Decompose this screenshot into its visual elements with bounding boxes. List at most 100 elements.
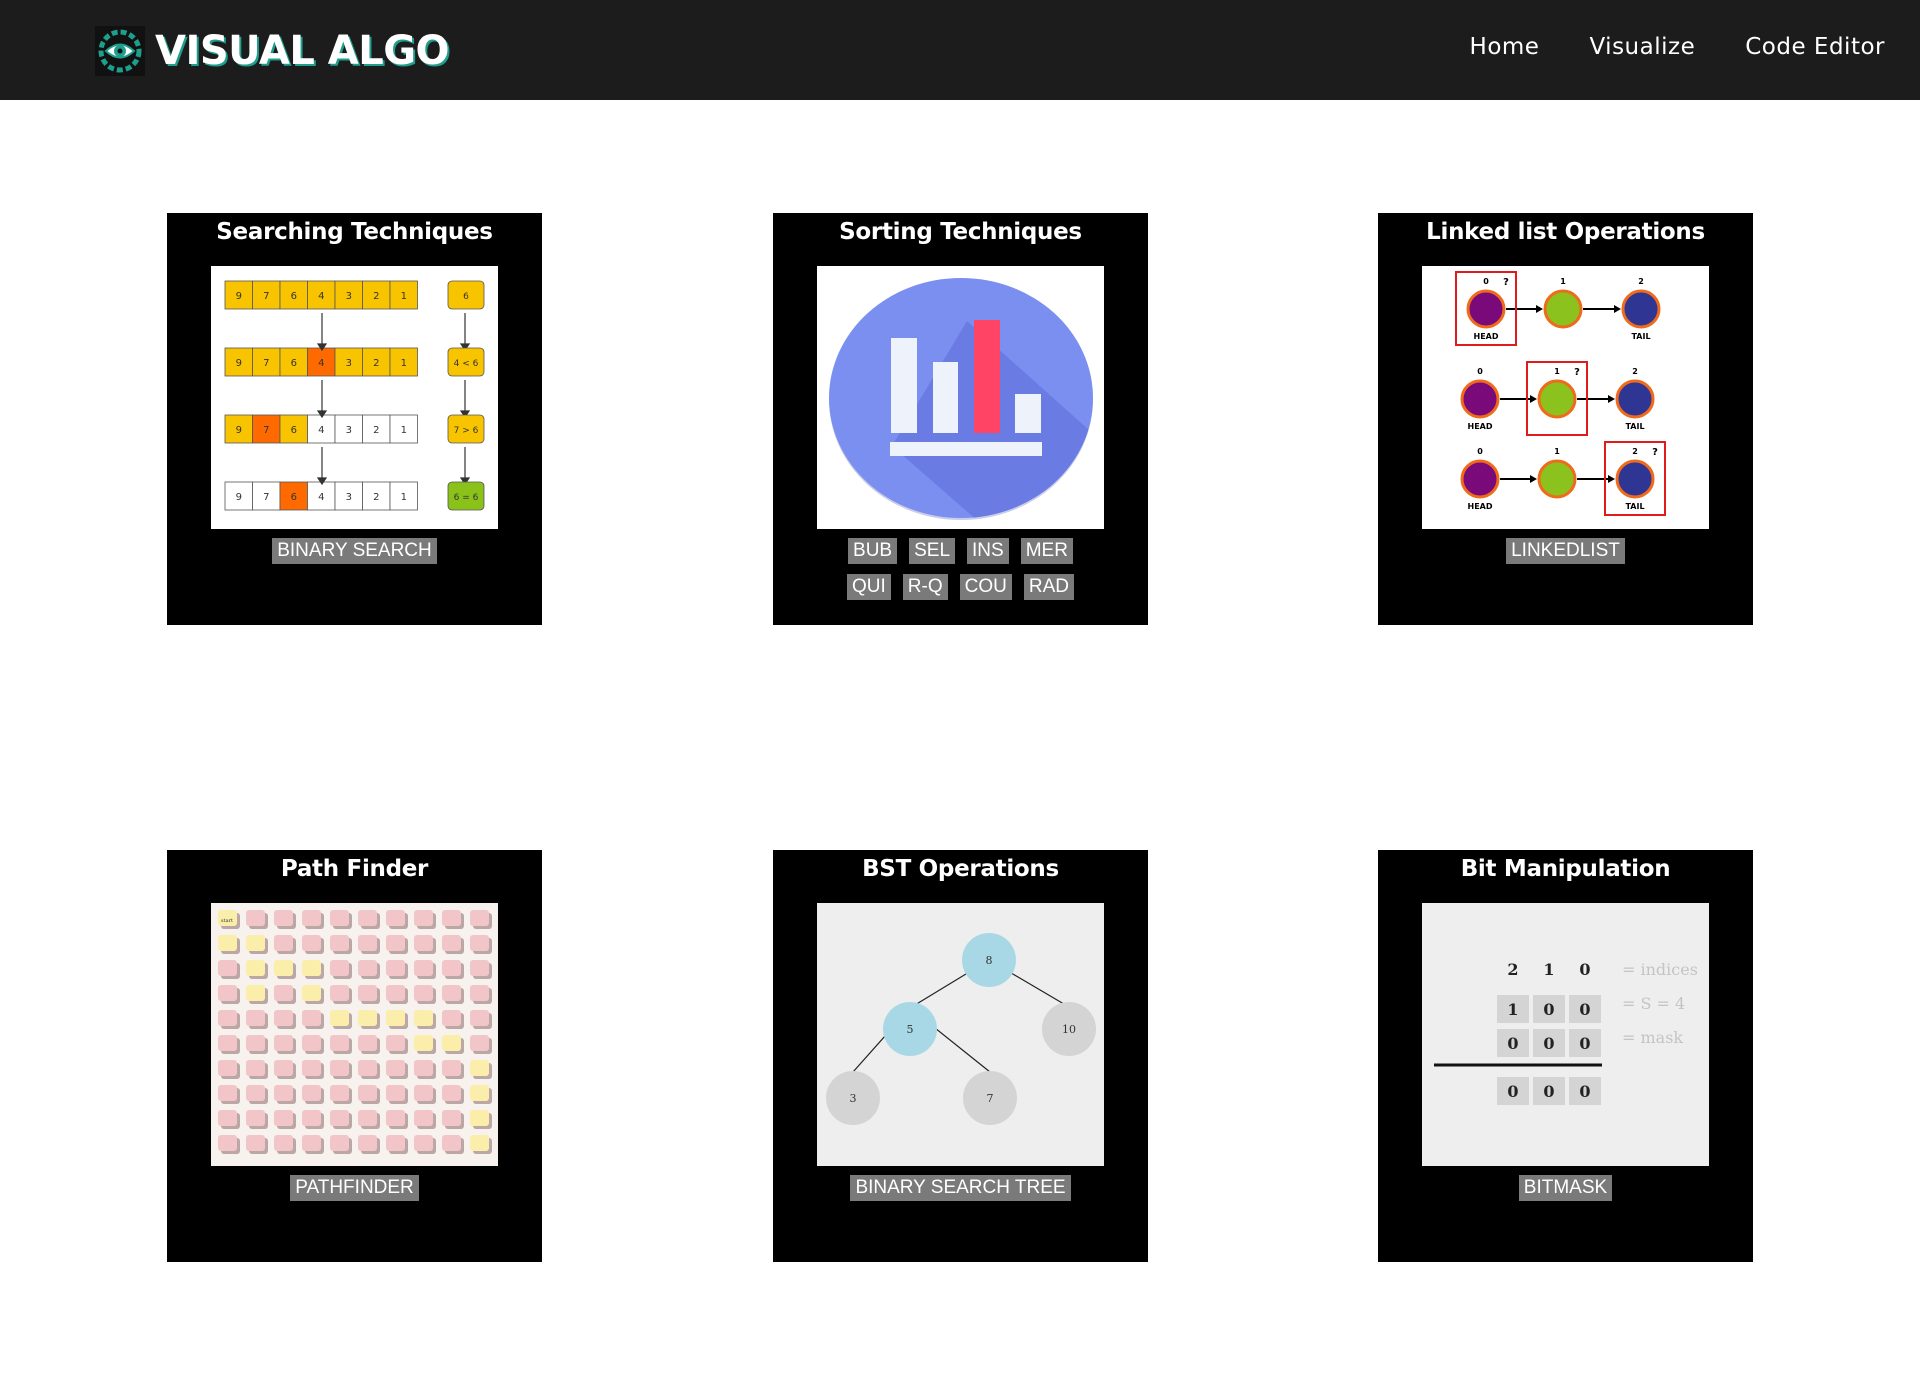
bit-row-label: = indices	[1622, 960, 1698, 979]
tail-label: TAIL	[1625, 422, 1644, 431]
bit-value: 0	[1579, 1034, 1590, 1053]
grid-cell	[470, 1010, 489, 1026]
grid-cell	[414, 1035, 433, 1051]
grid-cell	[358, 1135, 377, 1151]
grid-cell	[358, 960, 377, 976]
grid-cell	[330, 1010, 349, 1026]
bst-button[interactable]: BINARY SEARCH TREE	[850, 1175, 1071, 1201]
grid-cell	[274, 935, 293, 951]
grid-cell	[414, 1135, 433, 1151]
bit-value: 0	[1543, 1034, 1554, 1053]
grid-cell	[414, 1085, 433, 1101]
bst-thumbnail[interactable]: 8 5 10 3 7	[817, 903, 1104, 1166]
array-value: 9	[236, 425, 242, 436]
searching-thumbnail[interactable]: 9 7 6 4 3 2 1 9 7 6 4 3 2 1 9 7 6 4 3 2 1 9 7 6 4 3 2 1 6 4 < 6 7 > 6…	[211, 266, 498, 529]
sorting-thumbnail[interactable]	[817, 266, 1104, 529]
grid-cell	[302, 935, 321, 951]
bit-thumbnail[interactable]: 2 1 0 1 0 0 0 0 0 0 0 0 = indices = S = 4 = mask	[1422, 903, 1709, 1166]
bst-node-label: 10	[1062, 1023, 1076, 1036]
merge-sort-button[interactable]: MER	[1020, 538, 1073, 564]
grid-cell	[330, 1060, 349, 1076]
grid-cell	[386, 1060, 405, 1076]
path-grid-diagram: start	[211, 903, 498, 1166]
grid-cell	[302, 985, 321, 1001]
selection-sort-button[interactable]: SEL	[909, 538, 956, 564]
grid-cell	[414, 935, 433, 951]
grid-cell	[414, 1060, 433, 1076]
card-title: Searching Techniques	[216, 219, 493, 245]
linkedlist-button[interactable]: LINKEDLIST	[1506, 538, 1625, 564]
grid-cell	[274, 1085, 293, 1101]
array-value: 1	[401, 492, 407, 503]
array-value: 3	[346, 291, 352, 302]
array-value: 1	[401, 291, 407, 302]
node-index: 0	[1477, 447, 1483, 456]
brand-name: VISUAL ALGO	[155, 28, 450, 74]
array-value: 4	[318, 291, 324, 302]
quick-sort-button[interactable]: QUI	[847, 574, 891, 600]
array-value: 7	[263, 291, 269, 302]
radix-sort-button[interactable]: RAD	[1023, 574, 1074, 600]
bubble-sort-button[interactable]: BUB	[848, 538, 898, 564]
question-marker: ?	[1652, 447, 1658, 458]
node-index: 0	[1477, 367, 1483, 376]
node-index: 1	[1554, 447, 1560, 456]
grid-cell	[302, 1135, 321, 1151]
grid-cell	[302, 1060, 321, 1076]
grid-cell	[414, 1110, 433, 1126]
bit-value: 0	[1543, 1000, 1554, 1019]
nav-code-editor[interactable]: Code Editor	[1745, 34, 1885, 60]
grid-cell	[358, 910, 377, 926]
pathfinder-button[interactable]: PATHFINDER	[290, 1175, 419, 1201]
array-value: 2	[373, 492, 379, 503]
nav-visualize[interactable]: Visualize	[1589, 34, 1695, 60]
list-node	[1621, 289, 1661, 329]
grid-cell	[386, 1135, 405, 1151]
grid-cell	[470, 1135, 489, 1151]
grid-cell	[358, 1110, 377, 1126]
navbar: VISUAL ALGO Home Visualize Code Editor	[0, 0, 1920, 100]
pathfinder-thumbnail[interactable]: start	[211, 903, 498, 1166]
grid-cell	[218, 1085, 237, 1101]
eye-gear-icon	[95, 26, 145, 76]
grid-cell	[358, 1060, 377, 1076]
grid-cell	[274, 985, 293, 1001]
grid-cell	[386, 1010, 405, 1026]
bitmask-button[interactable]: BITMASK	[1518, 1175, 1613, 1201]
grid-cell	[442, 1135, 461, 1151]
bit-value: 0	[1507, 1082, 1518, 1101]
compare-label: 6 = 6	[454, 493, 479, 503]
compare-label: 7 > 6	[454, 426, 479, 436]
grid-cell	[218, 1060, 237, 1076]
array-value: 7	[263, 492, 269, 503]
grid-cell	[470, 960, 489, 976]
nav-links: Home Visualize Code Editor	[1470, 34, 1885, 60]
grid-cell	[330, 1110, 349, 1126]
list-node	[1537, 379, 1577, 419]
grid-cell	[330, 1035, 349, 1051]
node-index: 0	[1483, 277, 1489, 286]
counting-sort-button[interactable]: COU	[959, 574, 1012, 600]
grid-cell	[330, 1085, 349, 1101]
grid-cell	[442, 1035, 461, 1051]
card-bst: BST Operations 8 5 10 3 7 BINARY SEARCH …	[773, 850, 1148, 1262]
randomized-quick-sort-button[interactable]: R-Q	[902, 574, 948, 600]
insertion-sort-button[interactable]: INS	[967, 538, 1009, 564]
brand[interactable]: VISUAL ALGO	[95, 26, 450, 76]
grid-cell	[386, 960, 405, 976]
binary-search-diagram: 9 7 6 4 3 2 1 9 7 6 4 3 2 1 9 7 6 4 3 2 1 9 7 6 4 3 2 1 6 4 < 6 7 > 6…	[224, 280, 485, 511]
nav-home[interactable]: Home	[1470, 34, 1540, 60]
grid-cell	[330, 985, 349, 1001]
grid-cell	[330, 960, 349, 976]
binary-search-button[interactable]: BINARY SEARCH	[272, 538, 437, 564]
grid-cell	[302, 910, 321, 926]
bst-node-label: 8	[986, 954, 993, 967]
array-value: 1	[401, 358, 407, 369]
card-searching: Searching Techniques 9 7 6 4 3 2 1 9 7 6 4 3 2 1 9 7 6 4 3…	[167, 213, 542, 625]
grid-cell	[470, 935, 489, 951]
tail-label: TAIL	[1631, 332, 1650, 341]
grid-cell	[386, 985, 405, 1001]
array-value: 2	[373, 425, 379, 436]
grid-cell	[442, 1010, 461, 1026]
linkedlist-thumbnail[interactable]: 0 1 2 HEAD TAIL? 0 1 2 HEAD TAIL? 0 1 2 HEAD TAIL?	[1422, 266, 1709, 529]
